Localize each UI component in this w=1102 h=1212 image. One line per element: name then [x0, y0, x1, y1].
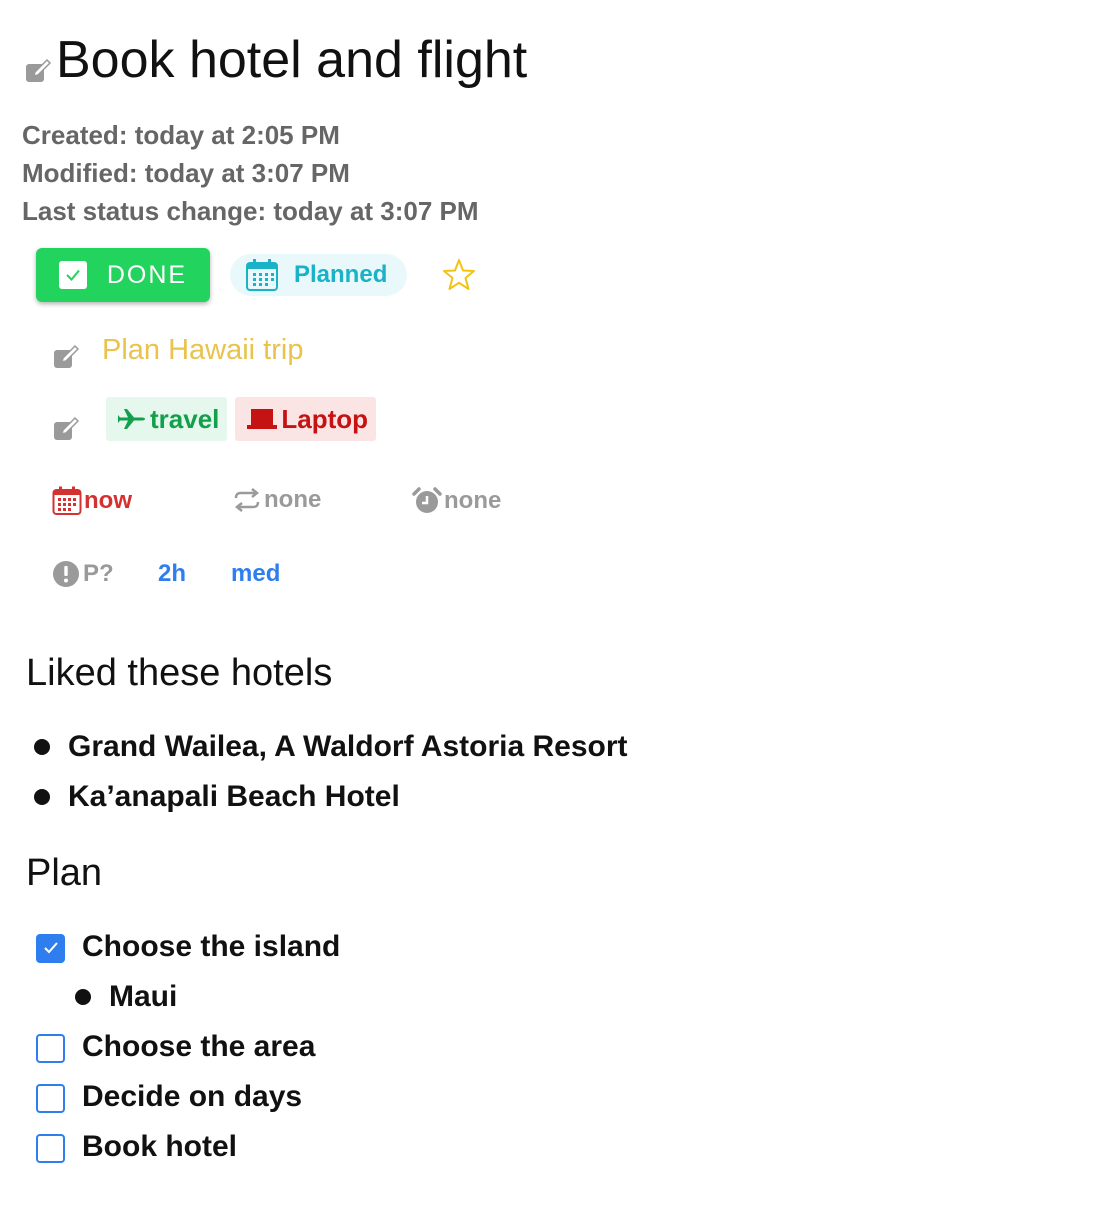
repeat-icon: [234, 488, 260, 512]
list-item: Maui: [75, 980, 177, 1014]
airplane-icon: [118, 409, 145, 429]
status-row: DONE Planned: [36, 248, 477, 302]
task-title-row: Book hotel and flight: [24, 30, 527, 90]
alarm-clock-icon: [412, 487, 442, 513]
checkbox[interactable]: [36, 933, 65, 963]
checklist-item-text: Choose the area: [82, 1030, 316, 1063]
calendar-icon: [246, 259, 278, 291]
checkbox[interactable]: [36, 1033, 65, 1063]
created-text: Created: today at 2:05 PM: [22, 120, 340, 150]
done-button[interactable]: DONE: [36, 248, 210, 302]
priority-button[interactable]: P?: [52, 560, 114, 588]
tag-travel[interactable]: travel: [106, 397, 228, 441]
list-item-text: Ka’anapali Beach Hotel: [68, 780, 400, 813]
task-title[interactable]: Book hotel and flight: [56, 30, 527, 90]
bullet-dot: [34, 789, 50, 805]
tags-row: travel Laptop: [52, 396, 384, 442]
duration-button[interactable]: 2h: [158, 560, 186, 588]
bullet-dot: [34, 739, 50, 755]
list-item-text: Grand Wailea, A Waldorf Astoria Resort: [68, 730, 628, 763]
calendar-icon: [52, 486, 82, 515]
bullet-dot: [75, 989, 91, 1005]
checklist-item-text: Decide on days: [82, 1080, 303, 1113]
edit-icon[interactable]: [52, 342, 80, 370]
list-item-text: Maui: [109, 980, 178, 1013]
project-link[interactable]: Plan Hawaii trip: [102, 334, 303, 367]
checklist-item: Book hotel: [36, 1130, 237, 1164]
checklist-item: Choose the area: [36, 1030, 315, 1064]
tag-label: travel: [150, 403, 220, 434]
attributes-row: P? 2h med: [0, 560, 600, 590]
edit-icon[interactable]: [24, 56, 52, 84]
start-date-label: now: [84, 487, 132, 514]
laptop-icon: [247, 409, 278, 429]
checklist-item: Decide on days: [36, 1080, 302, 1114]
checkmark-icon: [43, 942, 58, 954]
task-meta: Created: today at 2:05 PM Modified: toda…: [22, 116, 479, 230]
checkbox[interactable]: [36, 1133, 65, 1163]
list-item: Ka’anapali Beach Hotel: [34, 780, 400, 814]
repeat-label: none: [264, 486, 322, 513]
checklist-item-text: Choose the island: [82, 930, 341, 963]
schedule-row: now none none: [0, 486, 600, 516]
checkbox[interactable]: [36, 1083, 65, 1113]
last-status-change-text: Last status change: today at 3:07 PM: [22, 196, 479, 226]
checkmark-icon: [58, 261, 87, 289]
planned-label: Planned: [294, 261, 388, 288]
reminder-button[interactable]: none: [412, 486, 501, 516]
checklist-item: Choose the island: [36, 930, 340, 964]
start-date-button[interactable]: now: [52, 486, 132, 516]
star-icon[interactable]: [441, 257, 477, 293]
checklist-item-text: Book hotel: [82, 1130, 237, 1163]
energy-button[interactable]: med: [231, 560, 280, 588]
list-item: Grand Wailea, A Waldorf Astoria Resort: [34, 730, 628, 764]
edit-icon[interactable]: [52, 414, 80, 442]
exclamation-circle-icon: [53, 561, 79, 587]
plan-heading: Plan: [26, 852, 103, 894]
priority-label: P?: [83, 560, 114, 587]
tag-label: Laptop: [281, 403, 369, 434]
hotels-heading: Liked these hotels: [26, 652, 333, 694]
modified-text: Modified: today at 3:07 PM: [22, 158, 350, 188]
planned-badge[interactable]: Planned: [230, 254, 408, 296]
project-row: Plan Hawaii trip: [52, 330, 303, 370]
repeat-button[interactable]: none: [232, 486, 321, 514]
tag-laptop[interactable]: Laptop: [235, 397, 377, 441]
done-label: DONE: [106, 260, 188, 289]
reminder-label: none: [444, 487, 502, 514]
